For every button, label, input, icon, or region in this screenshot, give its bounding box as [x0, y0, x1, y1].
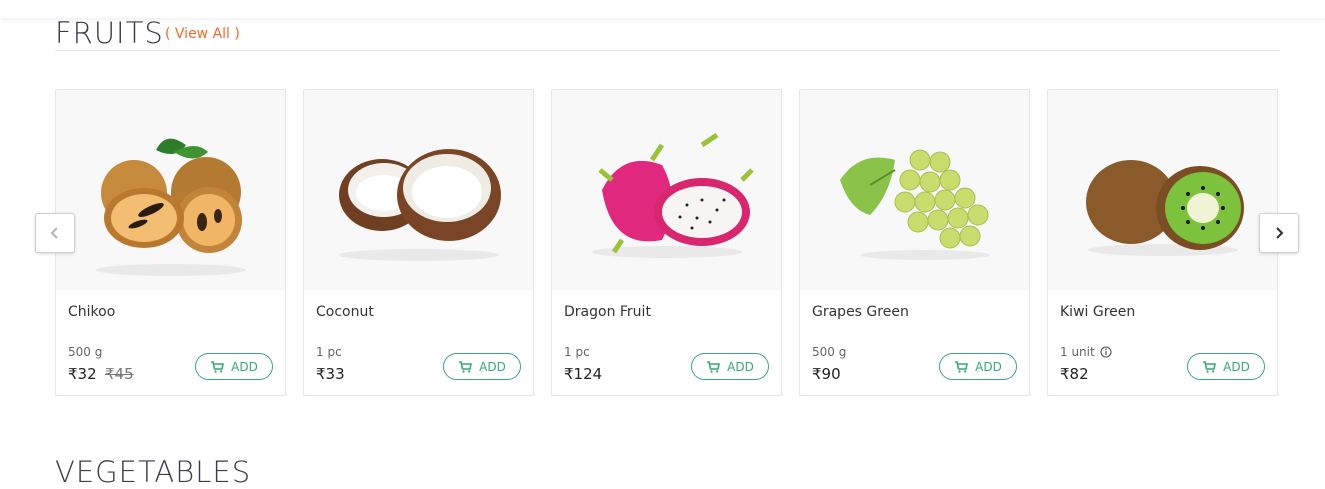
section-header: FRUITS ( View All ): [55, 12, 1279, 51]
product-price: ₹33: [316, 365, 345, 383]
product-name[interactable]: Coconut: [316, 304, 374, 320]
add-to-cart-button[interactable]: ADD: [195, 353, 273, 380]
product-quantity-text: 500 g: [68, 345, 103, 359]
product-mrp: ₹45: [105, 365, 134, 383]
product-name[interactable]: Kiwi Green: [1060, 304, 1135, 320]
add-to-cart-button[interactable]: ADD: [1187, 353, 1265, 380]
product-price: ₹124: [564, 365, 603, 383]
product-image-chikoo[interactable]: [56, 90, 285, 290]
product-card[interactable]: Kiwi Green 1 unit ₹82 ADD: [1047, 89, 1278, 396]
cart-icon: [955, 360, 969, 373]
add-button-label: ADD: [479, 359, 506, 374]
product-quantity-text: 500 g: [812, 345, 847, 359]
cart-icon: [459, 360, 473, 373]
product-quantity-text: 1 unit: [1060, 345, 1095, 359]
info-icon[interactable]: [1100, 346, 1112, 358]
product-quantity-text: 1 pc: [316, 345, 342, 359]
product-card[interactable]: Grapes Green 500 g ₹90 ADD: [799, 89, 1030, 396]
section-title: FRUITS: [55, 16, 164, 50]
product-quantity: 1 unit: [1060, 345, 1112, 359]
product-card[interactable]: Chikoo 500 g ₹32 ₹45 ADD: [55, 89, 286, 396]
carousel-next-button[interactable]: [1259, 213, 1299, 253]
add-button-label: ADD: [727, 359, 754, 374]
view-all-link[interactable]: ( View All ): [165, 26, 240, 42]
add-to-cart-button[interactable]: ADD: [691, 353, 769, 380]
chevron-left-icon: [50, 227, 58, 239]
product-name[interactable]: Grapes Green: [812, 304, 909, 320]
add-button-label: ADD: [231, 359, 258, 374]
product-quantity: 1 pc: [316, 345, 342, 359]
product-quantity: 500 g: [812, 345, 846, 359]
product-price: ₹32: [68, 365, 97, 383]
product-card[interactable]: Dragon Fruit 1 pc ₹124 ADD: [551, 89, 782, 396]
product-image-coconut[interactable]: [304, 90, 533, 290]
product-card[interactable]: Coconut 1 pc ₹33 ADD: [303, 89, 534, 396]
add-to-cart-button[interactable]: ADD: [939, 353, 1017, 380]
product-price: ₹90: [812, 365, 841, 383]
add-to-cart-button[interactable]: ADD: [443, 353, 521, 380]
product-quantity: 500 g: [68, 345, 102, 359]
product-name[interactable]: Dragon Fruit: [564, 304, 651, 320]
cart-icon: [211, 360, 225, 373]
carousel-prev-button[interactable]: [35, 213, 75, 253]
cart-icon: [707, 360, 721, 373]
cart-icon: [1203, 360, 1217, 373]
add-button-label: ADD: [1223, 359, 1250, 374]
product-image-dragon-fruit[interactable]: [552, 90, 781, 290]
product-image-grapes-green[interactable]: [800, 90, 1029, 290]
add-button-label: ADD: [975, 359, 1002, 374]
product-quantity: 1 pc: [564, 345, 590, 359]
product-name[interactable]: Chikoo: [68, 304, 115, 320]
product-price: ₹82: [1060, 365, 1089, 383]
product-image-kiwi-green[interactable]: [1048, 90, 1277, 290]
product-quantity-text: 1 pc: [564, 345, 590, 359]
vegetables-section-title: VEGETABLES: [55, 455, 252, 489]
chevron-right-icon: [1276, 227, 1284, 239]
